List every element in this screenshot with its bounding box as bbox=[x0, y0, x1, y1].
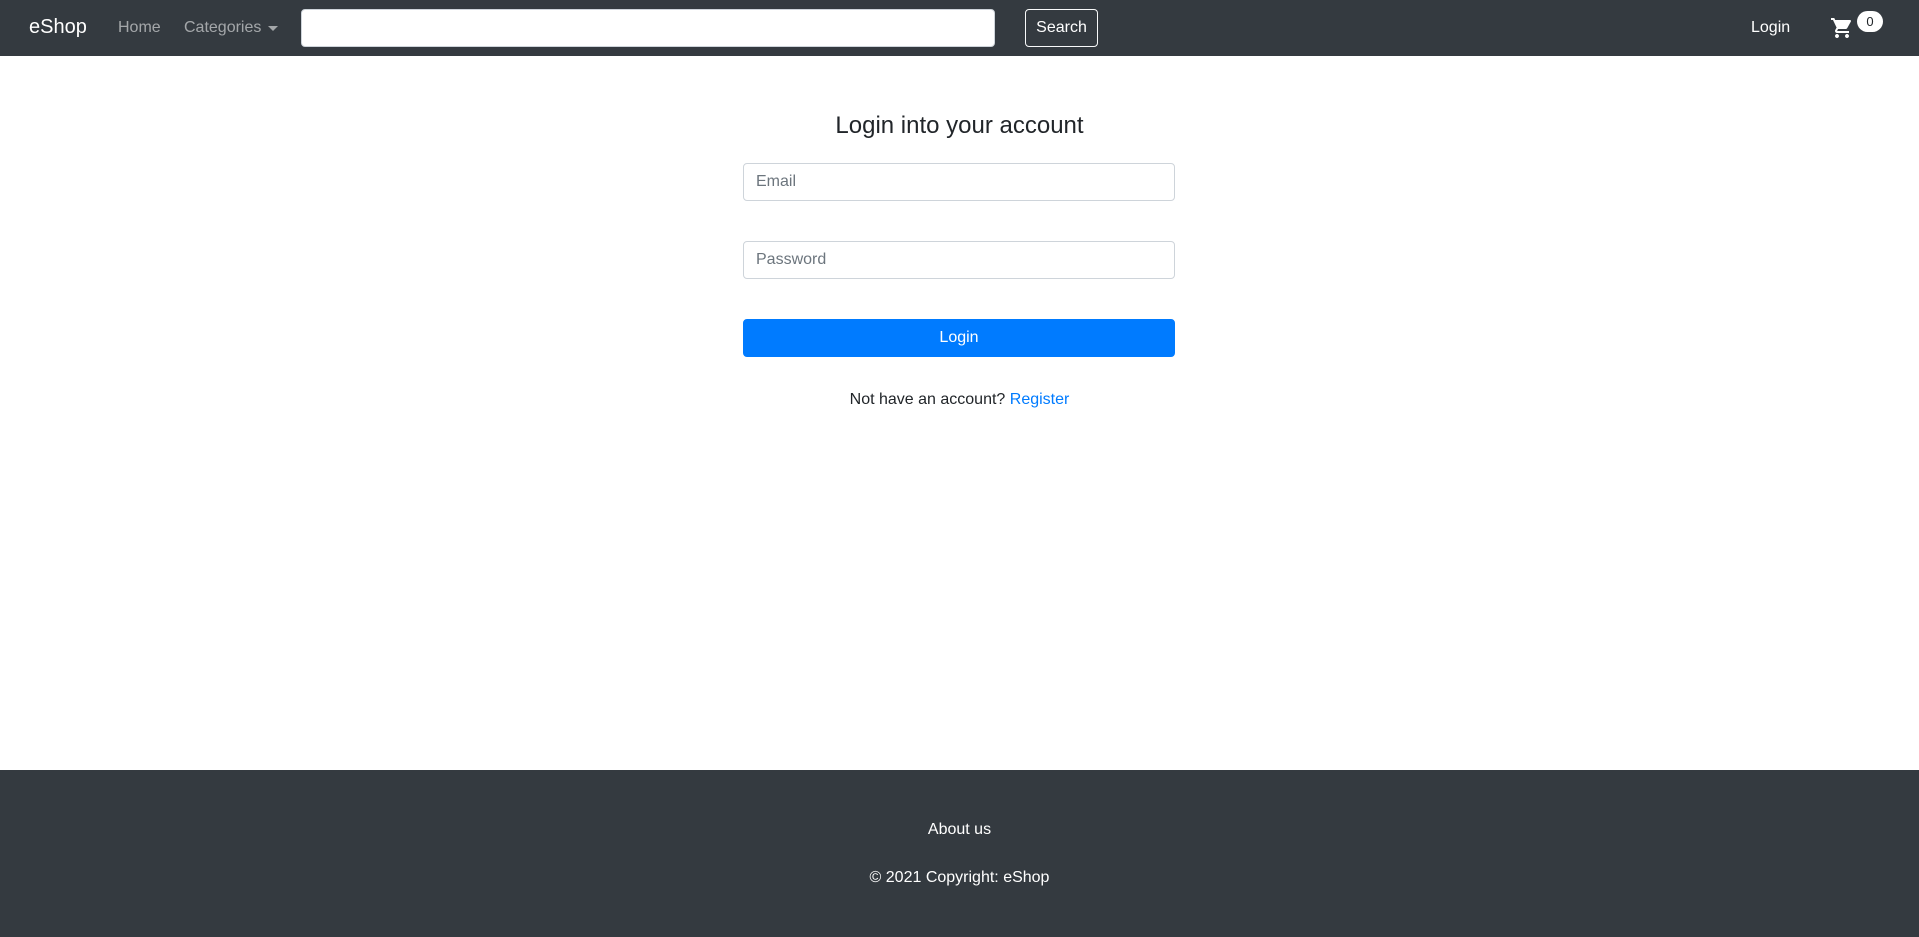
caret-down-icon bbox=[268, 26, 279, 31]
login-title: Login into your account bbox=[835, 112, 1084, 139]
nav-login-link[interactable]: Login bbox=[1751, 18, 1790, 38]
cart-icon[interactable] bbox=[1830, 16, 1854, 40]
cart-count-badge: 0 bbox=[1857, 11, 1883, 32]
footer: About us © 2021 Copyright: eShop bbox=[0, 770, 1919, 937]
register-prompt-row: Not have an account? Register bbox=[0, 390, 1919, 410]
register-prompt-text: Not have an account? bbox=[849, 391, 1006, 408]
nav-home-link[interactable]: Home bbox=[118, 18, 161, 38]
nav-categories-dropdown[interactable]: Categories bbox=[184, 18, 279, 38]
login-submit-button[interactable]: Login bbox=[743, 319, 1175, 357]
search-button[interactable]: Search bbox=[1025, 9, 1098, 47]
nav-categories-label: Categories bbox=[184, 19, 262, 36]
footer-about-row: About us bbox=[0, 820, 1919, 840]
about-us-link[interactable]: About us bbox=[928, 821, 991, 838]
search-input[interactable] bbox=[301, 9, 995, 47]
register-link[interactable]: Register bbox=[1010, 391, 1070, 408]
brand-logo-link[interactable]: eShop bbox=[29, 13, 87, 41]
page: eShop Home Categories Search Login 0 Log… bbox=[0, 0, 1919, 937]
password-field[interactable] bbox=[743, 241, 1175, 279]
navbar: eShop Home Categories Search Login 0 bbox=[0, 0, 1919, 56]
email-field[interactable] bbox=[743, 163, 1175, 201]
footer-copyright: © 2021 Copyright: eShop bbox=[869, 869, 1050, 886]
